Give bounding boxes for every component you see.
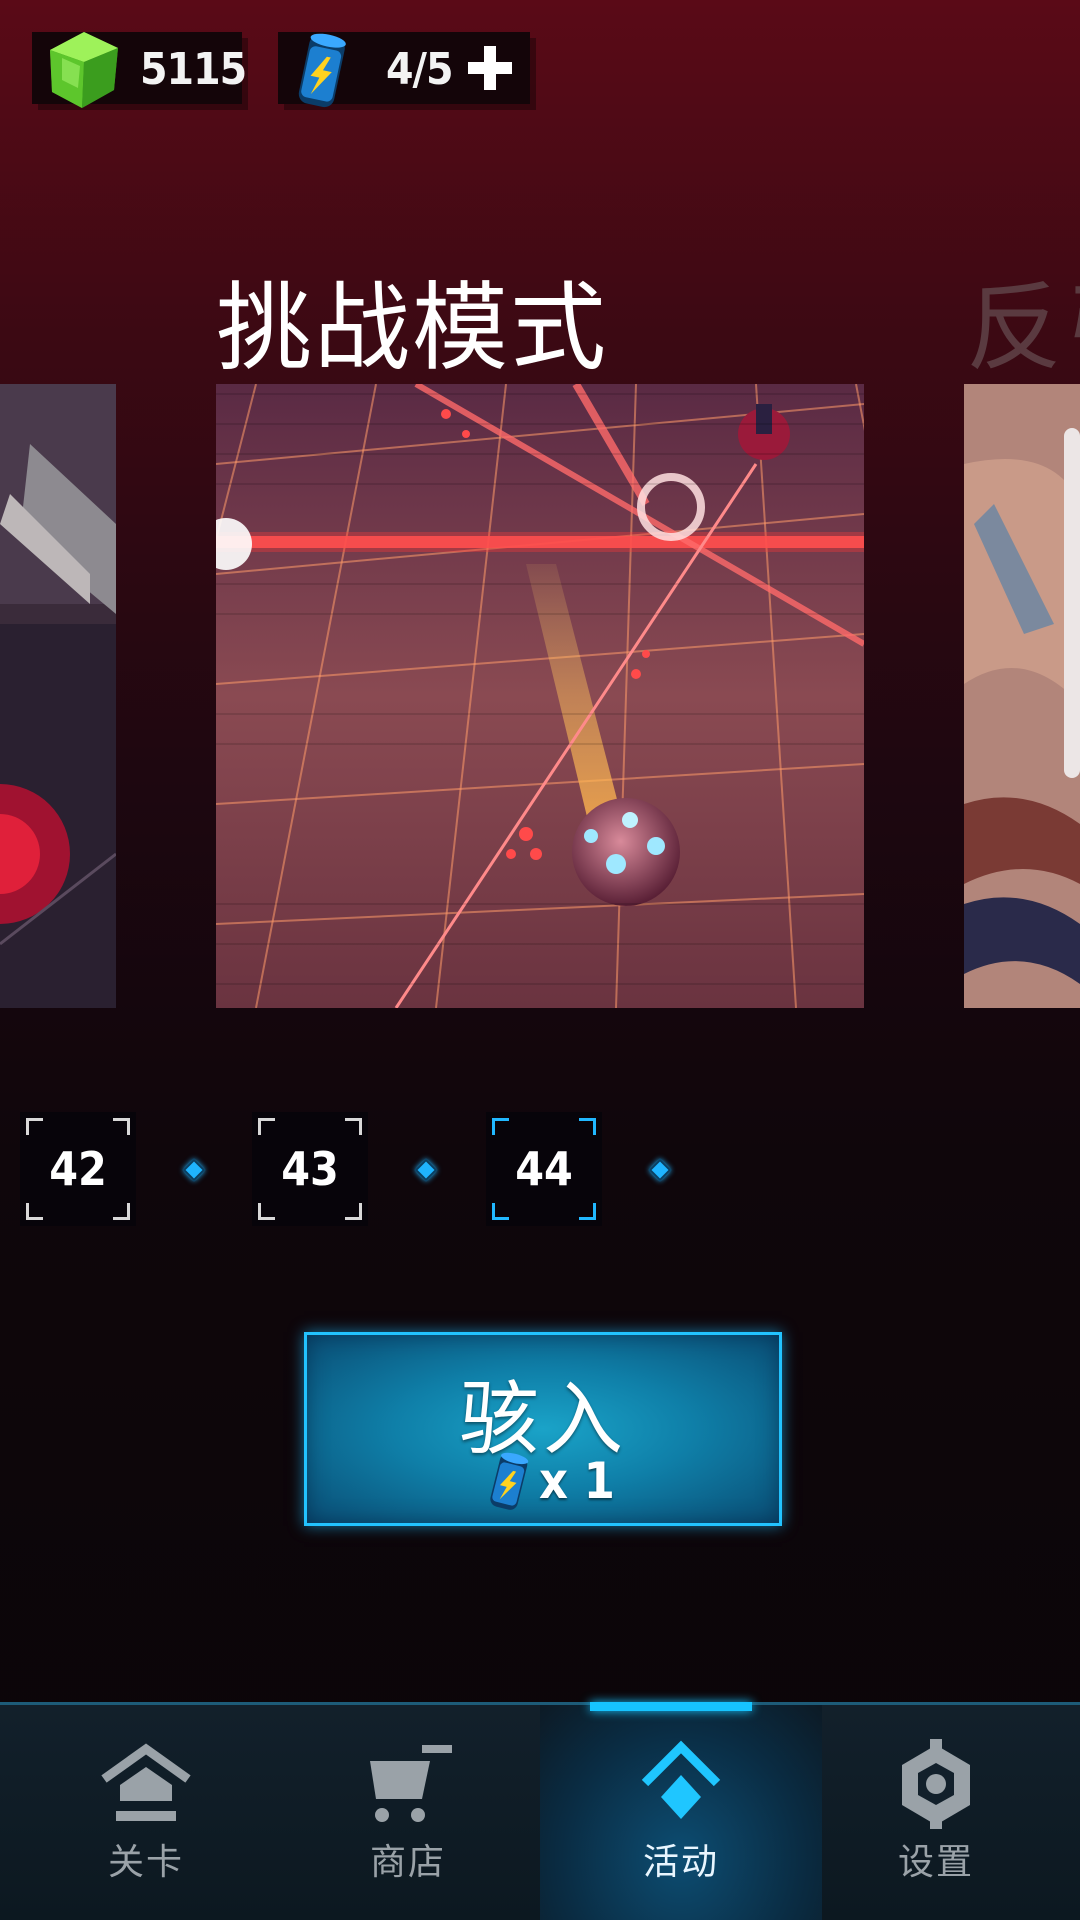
level-42-button[interactable]: 42 xyxy=(20,1112,136,1226)
nav-label: 关卡 xyxy=(107,1842,184,1883)
mode-title: 挑战模式 xyxy=(216,272,608,384)
nav-label: 商店 xyxy=(369,1842,446,1883)
level-number: 42 xyxy=(49,1142,107,1196)
cart-icon xyxy=(370,1745,452,1822)
battery-icon xyxy=(490,1452,529,1510)
energy-cost: x 1 xyxy=(487,1449,615,1513)
add-energy-button[interactable] xyxy=(468,46,512,90)
energy-cost-value: x 1 xyxy=(539,1452,615,1510)
previous-mode-card[interactable] xyxy=(0,384,116,1008)
nav-tab-levels[interactable]: 关卡 xyxy=(16,1705,276,1920)
level-44-button[interactable]: 44 xyxy=(486,1112,602,1226)
gem-icon xyxy=(50,32,118,108)
nav-label: 设置 xyxy=(897,1842,974,1883)
gear-icon xyxy=(902,1739,970,1829)
nav-tab-events[interactable]: 活动 xyxy=(540,1705,822,1920)
next-mode-card[interactable] xyxy=(964,384,1080,1008)
next-mode-title: 反弓 xyxy=(966,272,1080,384)
energy-value: 4/5 xyxy=(386,44,454,95)
event-diamond-icon xyxy=(641,1740,721,1819)
nav-label: 活动 xyxy=(642,1842,719,1883)
level-connector-dot xyxy=(648,1158,672,1182)
level-number: 43 xyxy=(281,1142,339,1196)
level-connector-dot xyxy=(182,1158,206,1182)
challenge-mode-card[interactable] xyxy=(216,384,864,1008)
bottom-nav: 关卡 商店 活动 设置 xyxy=(0,1702,1080,1920)
game-menu-screen: 5115 4/5 挑战模式 反弓 xyxy=(0,0,1080,1920)
level-43-button[interactable]: 43 xyxy=(252,1112,368,1226)
gems-value: 5115 xyxy=(140,44,247,95)
battery-icon xyxy=(298,33,346,108)
home-icon xyxy=(101,1743,191,1821)
gems-counter: 5115 xyxy=(32,32,247,108)
nav-tab-shop[interactable]: 商店 xyxy=(278,1705,538,1920)
hack-in-button[interactable]: 骇入 x 1 xyxy=(304,1332,782,1526)
energy-counter: 4/5 xyxy=(278,32,530,108)
level-number: 44 xyxy=(515,1142,573,1196)
active-tab-indicator xyxy=(590,1702,752,1711)
level-connector-dot xyxy=(414,1158,438,1182)
nav-tab-settings[interactable]: 设置 xyxy=(806,1705,1066,1920)
